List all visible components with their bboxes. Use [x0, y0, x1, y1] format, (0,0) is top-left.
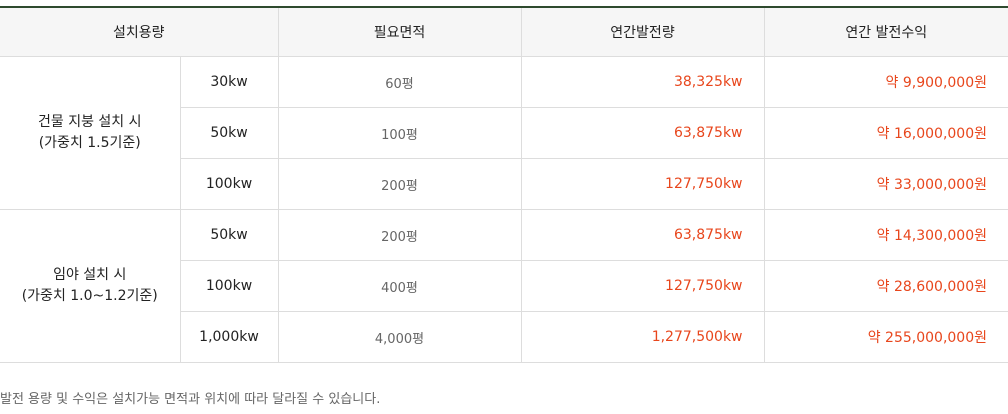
- group-label-line2: (가중치 1.5기준): [38, 135, 141, 151]
- annual-generation-cell: 127,750kw: [520, 158, 764, 210]
- annual-generation-cell: 38,325kw: [520, 56, 764, 108]
- capacity-cell: 50kw: [179, 209, 278, 261]
- annual-generation-cell: 63,875kw: [520, 209, 764, 261]
- footnote: 발전 용량 및 수익은 설치가능 면적과 위치에 따라 달라질 수 있습니다.: [0, 392, 381, 407]
- annual-generation-cell: 1,277,500kw: [520, 311, 764, 363]
- capacity-cell: 100kw: [179, 260, 278, 312]
- area-cell: 60평: [277, 56, 521, 108]
- group-label-forest: 임야 설치 시 (가중치 1.0~1.2기준): [0, 209, 180, 363]
- annual-revenue-cell: 약 33,000,000원: [763, 158, 1008, 210]
- area-cell: 400평: [277, 260, 521, 312]
- group-label-line1: 임야 설치 시: [53, 267, 127, 283]
- annual-generation-cell: 63,875kw: [520, 107, 764, 159]
- header-annual-revenue: 연간 발전수익: [763, 8, 1008, 57]
- capacity-cell: 50kw: [179, 107, 278, 159]
- annual-revenue-cell: 약 9,900,000원: [763, 56, 1008, 108]
- area-cell: 4,000평: [277, 311, 521, 363]
- area-cell: 200평: [277, 209, 521, 261]
- capacity-cell: 100kw: [179, 158, 278, 210]
- annual-revenue-cell: 약 16,000,000원: [763, 107, 1008, 159]
- solar-revenue-table: 설치용량 필요면적 연간발전량 연간 발전수익 건물 지붕 설치 시 (가중치 …: [0, 8, 1008, 363]
- table-row: 임야 설치 시 (가중치 1.0~1.2기준) 50kw 200평 63,875…: [0, 209, 1008, 363]
- area-cell: 100평: [277, 107, 521, 159]
- capacity-cell: 1,000kw: [179, 311, 278, 363]
- header-required-area: 필요면적: [277, 8, 521, 57]
- capacity-cell: 30kw: [179, 56, 278, 108]
- header-capacity: 설치용량: [0, 8, 278, 57]
- annual-revenue-cell: 약 14,300,000원: [763, 209, 1008, 261]
- group-label-line2: (가중치 1.0~1.2기준): [21, 288, 158, 304]
- area-cell: 200평: [277, 158, 521, 210]
- header-annual-generation: 연간발전량: [520, 8, 764, 57]
- table-header-row: 설치용량 필요면적 연간발전량 연간 발전수익: [0, 8, 1008, 57]
- group-label-line1: 건물 지붕 설치 시: [37, 114, 142, 130]
- annual-revenue-cell: 약 255,000,000원: [763, 311, 1008, 363]
- table-row: 건물 지붕 설치 시 (가중치 1.5기준) 30kw 60평 38,325kw…: [0, 56, 1008, 210]
- group-label-building-roof: 건물 지붕 설치 시 (가중치 1.5기준): [0, 56, 180, 210]
- annual-revenue-cell: 약 28,600,000원: [763, 260, 1008, 312]
- annual-generation-cell: 127,750kw: [520, 260, 764, 312]
